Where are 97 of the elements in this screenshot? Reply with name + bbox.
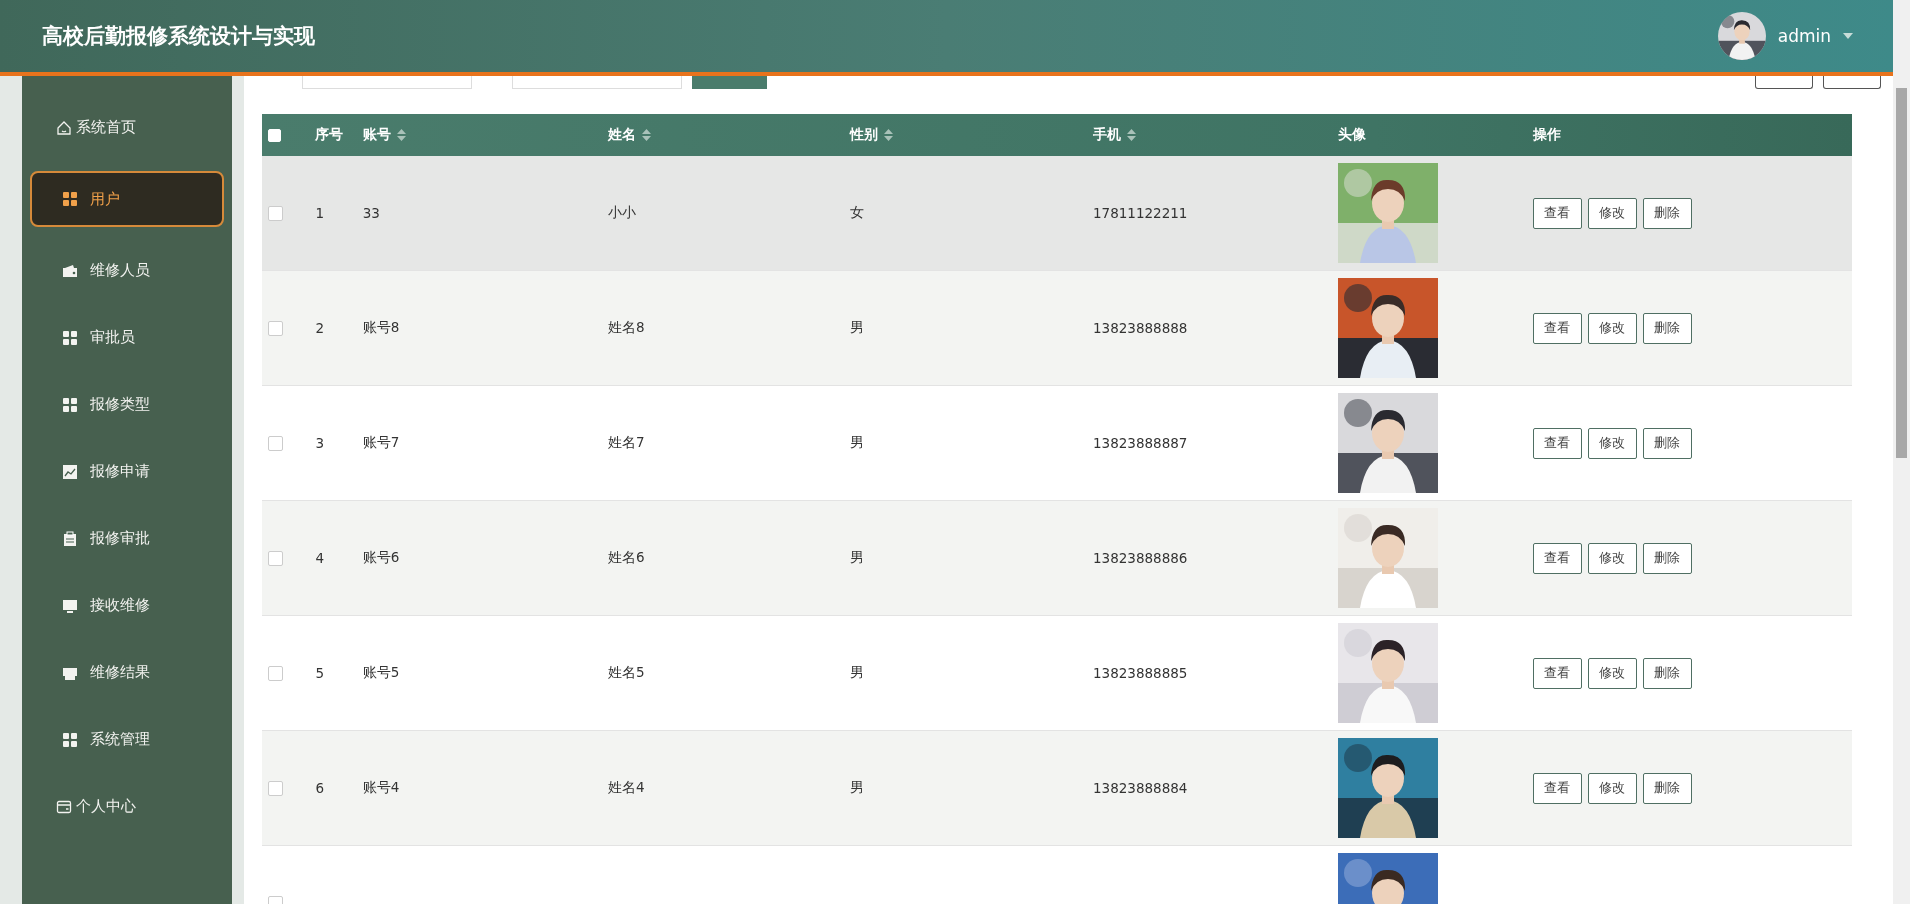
card-icon [56,798,72,815]
table-cell: 6 [315,780,324,796]
sidebar-item[interactable]: 维修结果 [30,649,224,696]
table-cell: 3 [315,435,324,451]
table-cell: 姓名7 [608,434,645,450]
row-action-button[interactable]: 查看 [1532,312,1582,344]
table-cell: 账号7 [362,434,400,450]
sidebar-item[interactable]: 维修人员 [30,247,224,294]
column-header[interactable]: 姓名 [608,126,652,144]
row-checkbox[interactable] [268,435,283,451]
row-action-button[interactable]: 修改 [1587,197,1637,229]
grid-icon [62,731,78,748]
row-checkbox[interactable] [268,320,283,336]
app-title: 高校后勤报修系统设计与实现 [42,23,315,50]
grid-icon [62,396,78,413]
sidebar-item[interactable]: 个人中心 [30,783,224,830]
sort-icon[interactable] [883,129,893,141]
table-cell: 小小 [608,204,637,220]
clipboard-icon [62,530,78,547]
sidebar-item[interactable]: 系统首页 [30,104,224,151]
row-checkbox[interactable] [268,550,283,566]
row-action-button[interactable]: 修改 [1587,542,1637,574]
table-cell: 账号8 [362,319,400,335]
row-action-button[interactable]: 查看 [1532,772,1582,804]
row-action-button[interactable]: 查看 [1532,427,1582,459]
chart-icon [62,463,78,480]
toolbar-button[interactable] [1823,76,1881,89]
row-action-button[interactable]: 删除 [1642,312,1692,344]
table-cell: 1 [315,205,324,221]
row-action-button[interactable]: 删除 [1642,772,1692,804]
row-action-button[interactable]: 删除 [1642,427,1692,459]
sidebar-item[interactable]: 报修申请 [30,448,224,495]
table-cell: 5 [315,665,324,681]
row-checkbox[interactable] [268,665,283,681]
row-action-button[interactable]: 删除 [1642,657,1692,689]
table-cell: 17811122211 [1092,205,1188,221]
grid-icon [62,329,78,346]
sidebar-item[interactable]: 报修类型 [30,381,224,428]
grid-icon [62,191,78,207]
search-field[interactable] [302,76,472,89]
search-field[interactable] [512,76,682,89]
user-name[interactable]: admin [1777,26,1831,46]
table-cell: 姓名6 [608,549,645,565]
table-cell: 男 [849,664,864,680]
table-cell: 13823888886 [1092,550,1188,566]
sidebar-item[interactable]: 报修审批 [30,515,224,562]
table-cell: 男 [849,319,864,335]
table-cell: 13823888885 [1092,665,1188,681]
row-checkbox[interactable] [268,780,283,796]
row-checkbox[interactable] [268,205,283,221]
row-action-button[interactable]: 删除 [1642,197,1692,229]
table-cell: 男 [849,549,864,565]
sort-icon[interactable] [1126,129,1136,141]
table-cell: 账号5 [362,664,400,680]
column-header[interactable]: 账号 [362,126,406,144]
table-cell: 13823888888 [1092,320,1188,336]
table-cell: 女 [849,204,864,220]
row-action-button[interactable]: 查看 [1532,657,1582,689]
row-action-button[interactable]: 查看 [1532,197,1582,229]
row-action-button[interactable]: 修改 [1587,772,1637,804]
table-cell: 姓名8 [608,319,645,335]
column-header: 操作 [1532,126,1561,144]
table-cell: 33 [362,205,380,221]
sidebar-item[interactable]: 审批员 [30,314,224,361]
toolbar-button[interactable] [1755,76,1813,89]
table-cell: 13823888887 [1092,435,1188,451]
sort-icon[interactable] [642,129,652,141]
table-cell: 男 [849,434,864,450]
row-action-button[interactable]: 修改 [1587,427,1637,459]
home-icon [56,119,72,136]
caret-icon[interactable] [1843,33,1853,39]
row-action-button[interactable]: 查看 [1532,542,1582,574]
column-header: 头像 [1338,126,1367,144]
table-cell: 姓名5 [608,664,645,680]
table-cell: 4 [315,550,324,566]
sort-icon[interactable] [396,129,406,141]
row-action-button[interactable]: 删除 [1642,542,1692,574]
column-header[interactable]: 性别 [849,126,893,144]
table-cell: 2 [315,320,324,336]
table-cell: 13823888884 [1092,780,1188,796]
scrollbar-thumb[interactable] [1896,88,1907,458]
wallet-icon [62,262,78,279]
select-all-checkbox[interactable] [268,128,281,142]
sidebar-item[interactable]: 用户 [30,171,224,227]
search-button[interactable] [692,76,767,89]
table-cell: 男 [849,779,864,795]
monitor-icon [62,597,78,614]
sidebar-item[interactable]: 系统管理 [30,716,224,763]
table-cell: 姓名4 [608,779,645,795]
table-cell: 账号4 [362,779,400,795]
row-action-button[interactable]: 修改 [1587,312,1637,344]
sidebar-item[interactable]: 接收维修 [30,582,224,629]
row-action-button[interactable]: 修改 [1587,657,1637,689]
column-header: 序号 [315,126,344,144]
user-avatar[interactable] [1717,12,1766,60]
column-header[interactable]: 手机 [1092,126,1136,144]
table-cell: 账号6 [362,549,400,565]
